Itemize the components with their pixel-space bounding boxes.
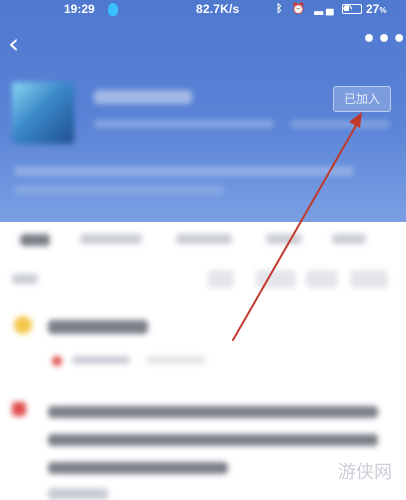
battery-icon [342,4,362,14]
item-thumb-2 [48,488,108,500]
filter-label [12,274,38,284]
tab-2[interactable] [80,234,142,244]
filter-chip-2[interactable] [256,270,296,288]
more-options-button[interactable]: ••• [362,29,406,54]
item-line-2a [48,406,378,418]
item-icon-1 [14,316,32,334]
tab-strip [0,222,406,252]
group-meta-placeholder [94,120,274,128]
qq-notification-icon [108,3,118,16]
item-line-2c [48,462,228,474]
site-watermark: 游侠网 [338,462,392,483]
more-dots-icon: ••• [362,27,406,52]
group-meta-placeholder-2 [290,120,390,128]
item-icon-2 [12,402,26,416]
tab-active[interactable] [20,234,50,246]
tab-4[interactable] [266,234,302,244]
item-meta-1b [146,356,206,364]
tab-3[interactable] [176,234,232,244]
status-time: 19:29 [64,2,95,16]
group-name-placeholder [94,90,192,104]
group-header: 19:29 82.7K/s ᛒ ⏰ ▂▄ ◠ 27% ‹ ••• 已加入 [0,0,406,222]
bluetooth-icon: ᛒ [276,3,286,15]
back-button[interactable]: ‹ [8,30,32,58]
filter-chip-1[interactable] [208,270,234,288]
status-bar: 19:29 82.7K/s ᛒ ⏰ ▂▄ ◠ 27% [0,0,406,20]
filter-chip-3[interactable] [306,270,338,288]
item-title-1 [48,320,148,334]
group-desc-placeholder-2 [14,186,224,194]
joined-button[interactable]: 已加入 [333,86,391,112]
item-meta-1 [72,356,130,364]
alarm-icon: ⏰ [291,3,309,15]
signal-icon: ▂▄ [314,3,337,15]
battery-percent: 27% [366,2,387,16]
filter-chip-4[interactable] [350,270,388,288]
item-tag-1 [52,356,62,366]
item-line-2b [48,434,378,446]
chevron-left-icon: ‹ [8,27,20,60]
group-content [0,210,406,500]
group-desc-placeholder [14,166,354,176]
tab-5[interactable] [332,234,366,244]
group-avatar [12,82,74,144]
network-speed: 82.7K/s [196,2,240,16]
